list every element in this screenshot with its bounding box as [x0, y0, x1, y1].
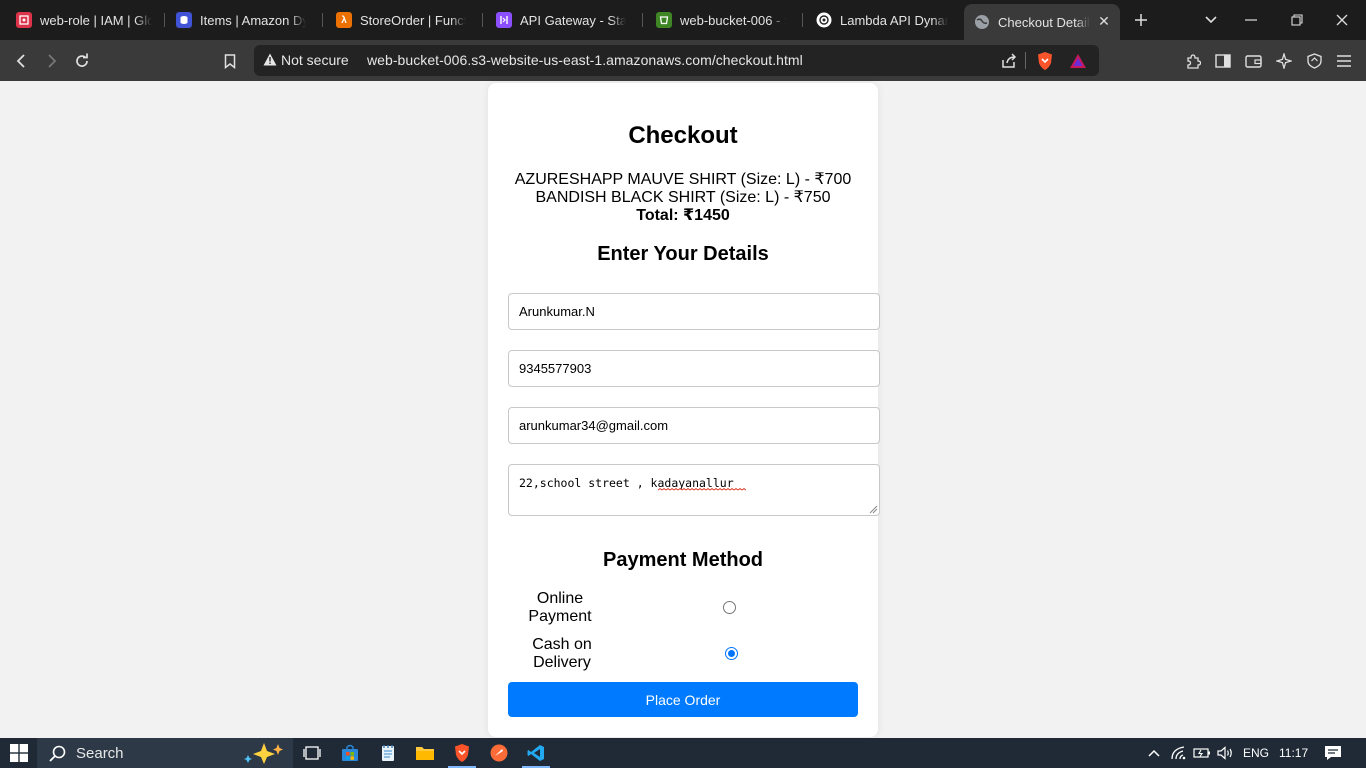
payment-option-label-cod: Cash on Delivery [507, 636, 617, 672]
omnibox-divider [1025, 52, 1026, 69]
aws-iam-icon [16, 12, 32, 28]
api-gateway-icon [496, 12, 512, 28]
browser-tab-strip: web-role | IAM | Glob Items | Amazon Dyn… [0, 0, 1366, 40]
tab-iam[interactable]: web-role | IAM | Glob [6, 5, 162, 35]
brave-rewards-icon[interactable] [1067, 50, 1089, 72]
bookmark-icon[interactable] [217, 48, 243, 74]
tab-divider [322, 13, 323, 27]
sidebar-toggle-icon[interactable] [1210, 48, 1236, 74]
task-view-icon[interactable] [300, 741, 324, 765]
tab-label: web-bucket-006 - S3 [680, 12, 786, 28]
url-text[interactable]: web-bucket-006.s3-website-us-east-1.amaz… [367, 52, 803, 68]
wallet-icon[interactable] [1240, 48, 1266, 74]
address-bar[interactable]: Not secure web-bucket-006.s3-website-us-… [254, 45, 1099, 76]
volume-icon[interactable] [1214, 741, 1238, 765]
payment-option-label-online: Online Payment [505, 590, 615, 626]
chatgpt-icon [816, 12, 832, 28]
tab-label: StoreOrder | Functio [360, 12, 466, 28]
share-icon[interactable] [998, 50, 1020, 72]
windows-taskbar: Search ENG 11:17 [0, 738, 1366, 768]
order-item: AZURESHAPP MAUVE SHIRT (Size: L) - ₹700 [514, 171, 852, 188]
dynamodb-icon [176, 12, 192, 28]
new-tab-icon[interactable] [1129, 8, 1153, 32]
close-window-icon[interactable] [1330, 8, 1354, 32]
minimize-icon[interactable] [1239, 8, 1263, 32]
clock[interactable]: 11:17 [1279, 746, 1308, 760]
notifications-icon[interactable] [1321, 741, 1345, 765]
label-line: Payment [528, 608, 592, 625]
tab-divider [482, 13, 483, 27]
back-arrow-icon[interactable] [9, 48, 35, 74]
microsoft-store-icon[interactable] [338, 741, 362, 765]
checkout-card: Checkout AZURESHAPP MAUVE SHIRT (Size: L… [488, 83, 880, 737]
tab-api-gateway[interactable]: API Gateway - Stage [486, 5, 636, 35]
close-tab-icon[interactable]: ✕ [1096, 13, 1112, 29]
resize-handle-icon[interactable] [868, 504, 878, 514]
brave-browser-icon[interactable] [450, 741, 474, 765]
s3-icon [656, 12, 672, 28]
globe-icon [974, 14, 990, 30]
label-line: Online [536, 590, 584, 607]
brave-shields-icon[interactable] [1034, 50, 1056, 72]
battery-icon[interactable] [1190, 741, 1214, 765]
tab-label: Lambda API Dynamo [840, 12, 948, 28]
extensions-icon[interactable] [1180, 48, 1206, 74]
postman-icon[interactable] [487, 741, 511, 765]
tab-dynamodb[interactable]: Items | Amazon Dyna [166, 5, 316, 35]
details-heading: Enter Your Details [597, 243, 769, 265]
tab-chatgpt[interactable]: Lambda API Dynamo [806, 5, 958, 35]
warning-icon[interactable] [263, 53, 277, 71]
page-title: Checkout [628, 122, 738, 149]
label-line: Delivery [533, 654, 591, 671]
windows-start-icon[interactable] [7, 741, 31, 765]
browser-toolbar: Not secure web-bucket-006.s3-website-us-… [0, 40, 1366, 81]
reload-icon[interactable] [69, 48, 95, 74]
phone-field[interactable] [508, 350, 880, 387]
tab-label: Checkout Details [998, 14, 1090, 30]
order-item: BANDISH BLACK SHIRT (Size: L) - ₹750 [535, 189, 831, 206]
lambda-icon: λ [336, 12, 352, 28]
security-status-label[interactable]: Not secure [281, 52, 349, 68]
tab-label: Items | Amazon Dyna [200, 12, 306, 28]
payment-heading: Payment Method [602, 549, 764, 571]
main-menu-icon[interactable] [1331, 48, 1357, 74]
tab-label: API Gateway - Stage [520, 12, 626, 28]
tab-lambda[interactable]: λ StoreOrder | Functio [326, 5, 476, 35]
order-total: Total: ₹1450 [636, 207, 730, 224]
online-payment-radio[interactable] [723, 601, 736, 614]
leo-ai-icon[interactable] [1271, 48, 1297, 74]
vpn-shield-icon[interactable] [1301, 48, 1327, 74]
email-field[interactable] [508, 407, 880, 444]
tab-s3[interactable]: web-bucket-006 - S3 [646, 5, 796, 35]
notepad-icon[interactable] [376, 741, 400, 765]
forward-arrow-icon[interactable] [38, 48, 64, 74]
place-order-button[interactable]: Place Order [508, 682, 858, 717]
search-label: Search [76, 744, 124, 762]
cash-on-delivery-radio[interactable] [725, 647, 738, 660]
label-line: Cash on [532, 636, 592, 653]
tab-divider [642, 13, 643, 27]
tray-overflow-chevron-icon[interactable] [1142, 741, 1166, 765]
file-explorer-icon[interactable] [413, 741, 437, 765]
spellcheck-underline [658, 488, 746, 491]
wifi-icon[interactable] [1167, 741, 1191, 765]
vscode-icon[interactable] [524, 741, 548, 765]
restore-icon[interactable] [1285, 8, 1309, 32]
tab-checkout-details[interactable]: Checkout Details ✕ [964, 4, 1120, 40]
tab-divider [164, 13, 165, 27]
tab-divider [802, 13, 803, 27]
language-indicator[interactable]: ENG [1243, 746, 1269, 760]
taskbar-search[interactable]: Search [37, 738, 293, 768]
tab-label: web-role | IAM | Glob [40, 12, 152, 28]
name-field[interactable] [508, 293, 880, 330]
tab-search-chevron-icon[interactable] [1199, 8, 1223, 32]
copilot-sparkle-icon [244, 743, 283, 764]
search-icon [49, 745, 66, 762]
